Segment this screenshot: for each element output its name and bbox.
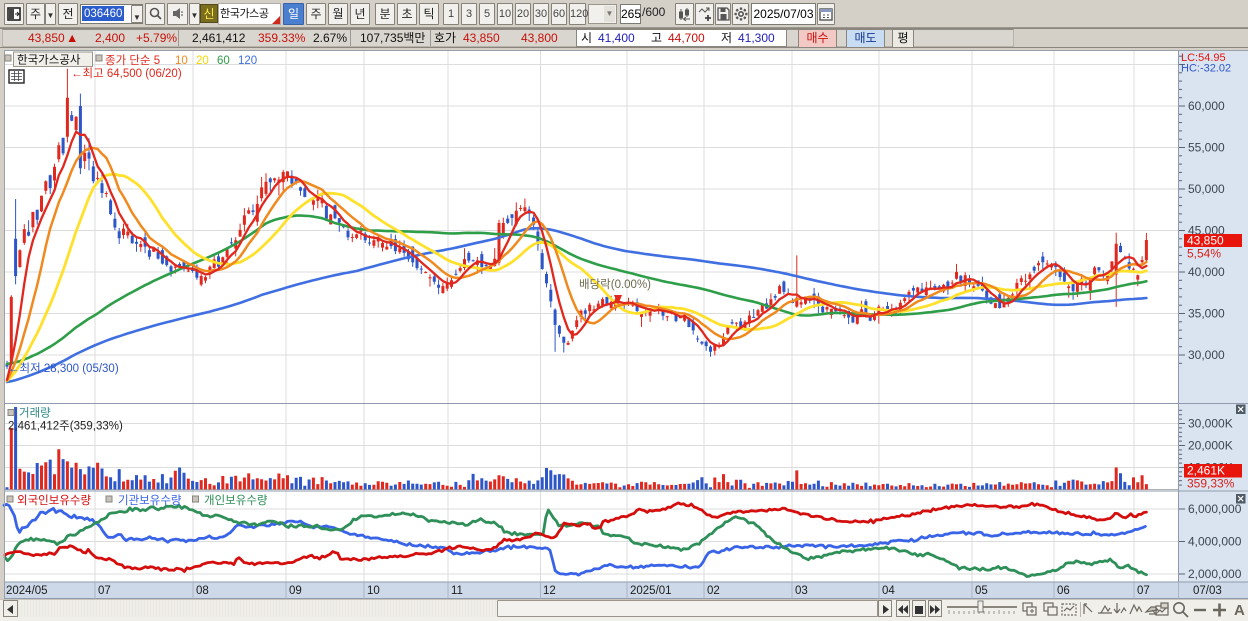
svg-text:60: 60	[217, 55, 230, 67]
svg-text:거래량: 거래량	[19, 407, 51, 420]
svg-text:120: 120	[238, 55, 257, 67]
svg-text:35,000: 35,000	[1188, 307, 1225, 321]
svg-text:개인보유수량: 개인보유수량	[204, 494, 268, 507]
svg-text:배당락(0.00%): 배당락(0.00%)	[579, 278, 651, 291]
svg-text:05: 05	[975, 585, 988, 597]
svg-text:03: 03	[795, 585, 808, 597]
svg-text:07: 07	[1137, 585, 1150, 597]
svg-text:08: 08	[196, 585, 209, 597]
svg-text:50,000: 50,000	[1188, 182, 1225, 196]
svg-text:기관보유수량: 기관보유수량	[118, 494, 182, 507]
svg-text:359,33%: 359,33%	[1187, 477, 1235, 491]
svg-text:60,000: 60,000	[1188, 99, 1225, 113]
svg-text:10: 10	[367, 585, 380, 597]
svg-text:07: 07	[98, 585, 111, 597]
svg-text:09: 09	[289, 585, 302, 597]
svg-text:←최저 28,300 (05/30): ←최저 28,300 (05/30)	[8, 362, 119, 375]
svg-text:←최고 64,500 (06/20): ←최고 64,500 (06/20)	[71, 67, 182, 80]
svg-text:2,000,000: 2,000,000	[1188, 567, 1242, 581]
svg-text:HC:-32.02: HC:-32.02	[1181, 63, 1231, 75]
svg-text:20: 20	[196, 55, 209, 67]
svg-text:30,000: 30,000	[1188, 348, 1225, 362]
svg-text:40,000: 40,000	[1188, 265, 1225, 279]
svg-text:20,000K: 20,000K	[1188, 439, 1233, 453]
svg-text:02: 02	[707, 585, 720, 597]
svg-text:2025/01: 2025/01	[630, 585, 672, 597]
svg-text:04: 04	[882, 585, 895, 597]
svg-text:2,461,412주(359,33%): 2,461,412주(359,33%)	[8, 421, 123, 433]
svg-text:43,850: 43,850	[1187, 234, 1224, 248]
svg-text:5,54%: 5,54%	[1187, 247, 1221, 261]
svg-text:4,000,000: 4,000,000	[1188, 535, 1242, 549]
svg-text:2024/05: 2024/05	[6, 585, 48, 597]
svg-text:한국가스공사: 한국가스공사	[17, 54, 81, 67]
svg-text:12: 12	[543, 585, 556, 597]
svg-text:06: 06	[1057, 585, 1070, 597]
svg-text:외국인보유수량: 외국인보유수량	[17, 494, 91, 507]
svg-text:2,461K: 2,461K	[1187, 464, 1225, 478]
svg-text:10: 10	[175, 55, 188, 67]
svg-text:11: 11	[451, 585, 463, 597]
svg-text:A: A	[1234, 602, 1245, 619]
svg-text:6,000,000: 6,000,000	[1188, 502, 1242, 516]
svg-text:55,000: 55,000	[1188, 141, 1225, 155]
svg-text:07/03: 07/03	[1193, 585, 1222, 597]
svg-text:30,000K: 30,000K	[1188, 417, 1233, 431]
svg-text:종가 단순 5: 종가 단순 5	[105, 54, 160, 67]
